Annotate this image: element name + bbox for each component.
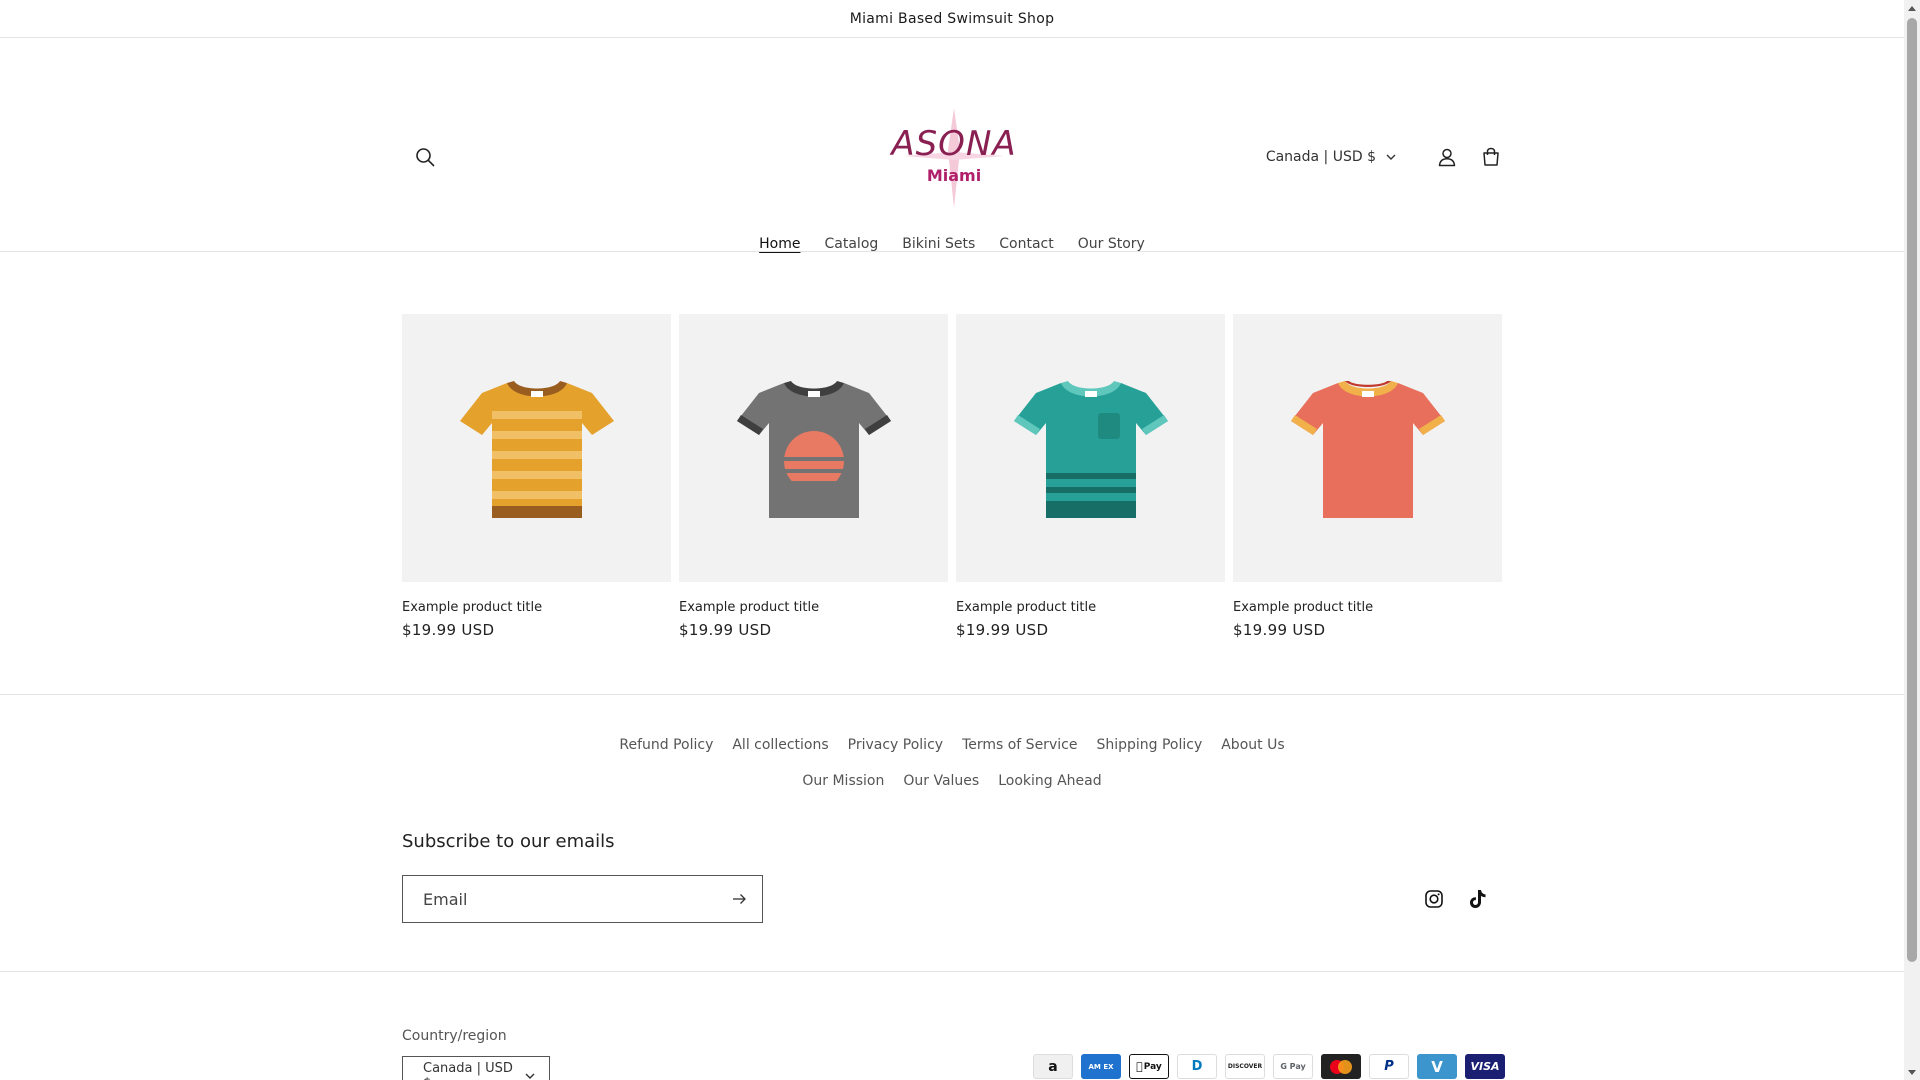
product-title[interactable]: Example product title [956,600,1225,615]
logo-subtitle: Miami [927,166,981,185]
product-price: $19.99 USD [1233,621,1326,639]
product-card[interactable]: Example product title $19.99 USD [679,314,948,639]
triangle-down-icon [1908,1069,1916,1075]
product-grid: Example product title $19.99 USD Example… [402,314,1502,639]
footer-link-privacy-policy[interactable]: Privacy Policy [838,733,952,757]
country-region-dropdown[interactable]: Canada | USD $ [402,1056,550,1080]
footer-menu: Refund Policy All collections Privacy Po… [572,733,1332,793]
tshirt-plain-icon [1290,381,1445,518]
paypal-icon: P [1369,1054,1409,1079]
nav-item-bikini-sets[interactable]: Bikini Sets [890,228,987,260]
payment-icons: a AM EX Pay D DISCOVER G Pay [1033,1054,1505,1079]
newsletter-form [402,875,763,923]
chevron-down-icon [1386,154,1396,160]
main-nav: Home Catalog Bikini Sets Contact Our Sto… [0,228,1904,260]
footer-link-terms-of-service[interactable]: Terms of Service [953,733,1087,757]
product-title[interactable]: Example product title [679,600,948,615]
discover-icon: DISCOVER [1225,1054,1265,1079]
social-links [1422,887,1490,911]
header-actions: Canada | USD $ [1266,142,1506,172]
search-icon [416,148,435,167]
site-header: ASONA Miami Canada | USD $ Home Catalog … [0,38,1904,252]
mastercard-icon [1321,1054,1361,1079]
store-logo[interactable]: ASONA Miami [884,108,1024,208]
footer-link-our-values[interactable]: Our Values [894,769,989,793]
product-card[interactable]: Example product title $19.99 USD [1233,314,1502,639]
site-footer: Refund Policy All collections Privacy Po… [0,694,1904,1080]
announcement-bar: Miami Based Swimsuit Shop [0,0,1904,38]
product-price: $19.99 USD [956,621,1049,639]
logo-mark: ASONA Miami [889,108,1016,208]
nav-item-contact[interactable]: Contact [987,228,1065,260]
scroll-up-button[interactable] [1904,0,1920,16]
country-selector[interactable]: Canada | USD $ [1266,149,1396,165]
product-card[interactable]: Example product title $19.99 USD [956,314,1225,639]
footer-link-refund-policy[interactable]: Refund Policy [610,733,723,757]
cart-button[interactable] [1476,142,1506,172]
footer-link-shipping-policy[interactable]: Shipping Policy [1087,733,1212,757]
venmo-icon: V [1417,1054,1457,1079]
country-region-label: Country/region [402,1028,507,1044]
footer-link-all-collections[interactable]: All collections [723,733,838,757]
footer-link-our-mission[interactable]: Our Mission [793,769,894,793]
tshirt-sunset-icon [736,381,891,518]
arrow-right-icon [733,894,746,904]
email-input[interactable] [403,876,718,922]
amazon-pay-icon: a [1033,1054,1073,1079]
product-price: $19.99 USD [402,621,495,639]
tshirt-striped-icon [459,381,614,518]
nav-item-home[interactable]: Home [747,228,812,260]
cart-icon [1483,147,1499,166]
instagram-icon [1425,890,1443,908]
triangle-up-icon [1908,5,1916,11]
product-image[interactable] [679,314,948,582]
nav-item-catalog[interactable]: Catalog [813,228,891,260]
chevron-down-icon [525,1073,535,1079]
product-image[interactable] [956,314,1225,582]
product-title[interactable]: Example product title [1233,600,1502,615]
instagram-link[interactable] [1422,887,1446,911]
page: Miami Based Swimsuit Shop ASONA Miami Ca… [0,0,1904,1080]
mastercard-circles [1330,1059,1352,1074]
product-title[interactable]: Example product title [402,600,671,615]
product-image[interactable] [1233,314,1502,582]
scroll-thumb[interactable] [1907,18,1917,962]
diners-club-icon: D [1177,1054,1217,1079]
logo-name: ASONA [889,124,1016,164]
country-selector-label: Canada | USD $ [1265,149,1376,165]
scroll-down-button[interactable] [1904,1064,1920,1080]
account-button[interactable] [1432,142,1462,172]
product-price: $19.99 USD [679,621,772,639]
account-icon [1438,148,1456,167]
nav-item-our-story[interactable]: Our Story [1066,228,1157,260]
tiktok-link[interactable] [1466,887,1490,911]
product-image[interactable] [402,314,671,582]
announcement-text: Miami Based Swimsuit Shop [849,10,1055,27]
visa-icon: VISA [1465,1054,1505,1079]
footer-link-looking-ahead[interactable]: Looking Ahead [989,769,1111,793]
product-card[interactable]: Example product title $19.99 USD [402,314,671,639]
subscribe-submit-button[interactable] [718,877,762,921]
page-scrollbar[interactable] [1904,0,1920,1080]
apple-pay-icon: Pay [1129,1054,1169,1079]
footer-link-about-us[interactable]: About Us [1212,733,1294,757]
footer-bottom: Country/region Canada | USD $ a AM EX P… [0,971,1904,1080]
country-region-value: Canada | USD $ [423,1061,513,1080]
google-pay-icon: G Pay [1273,1054,1313,1079]
american-express-icon: AM EX [1081,1054,1121,1079]
subscribe-heading: Subscribe to our emails [402,831,615,852]
tiktok-icon [1470,890,1486,908]
search-button[interactable] [410,142,440,172]
tshirt-pocket-icon [1013,381,1168,518]
